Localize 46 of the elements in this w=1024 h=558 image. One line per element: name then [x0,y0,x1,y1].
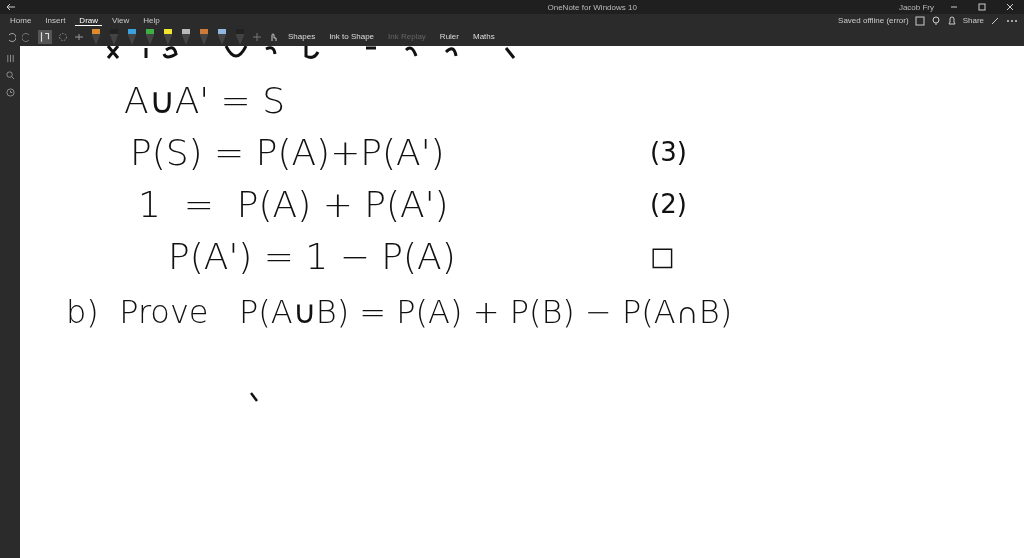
save-status: Saved offline (error) [838,16,909,25]
undo-icon[interactable] [6,31,16,42]
pen-tool-icon[interactable] [145,27,155,46]
back-arrow-icon[interactable] [6,2,16,12]
recent-icon[interactable] [5,88,15,97]
handwritten-equation: 1 = P(A) + P(A') [138,183,449,225]
handwritten-mark: □ [650,241,675,271]
lightbulb-icon[interactable] [930,15,941,26]
pen-icon[interactable] [990,15,1000,26]
note-icon[interactable] [914,15,925,26]
ribbon-tab[interactable]: Insert [41,15,70,26]
more-icon[interactable] [1006,18,1018,23]
lasso-select-icon[interactable] [38,29,52,44]
ribbon-button[interactable]: Ink to Shape [325,32,379,41]
maximize-icon[interactable] [978,3,986,11]
redo-icon[interactable] [22,31,32,42]
window-title: OneNote for Windows 10 [547,2,637,12]
user-name[interactable]: Jacob Fry [898,2,934,12]
handwritten-equation: A∪A' = S [124,79,286,121]
ribbon-tab[interactable]: Home [6,15,36,26]
handwritten-equation: P(A') = 1 − P(A) [168,235,456,277]
ribbon-tab[interactable]: Help [139,15,164,26]
handwritten-equation: b) Prove P(A∪B) = P(A) + P(B) − P(A∩B) [66,293,733,331]
ink-stroke [250,392,258,402]
search-icon[interactable] [5,71,15,80]
bell-icon[interactable] [946,15,957,26]
ribbon-tab[interactable]: View [108,15,134,26]
close-icon[interactable] [1006,3,1014,11]
lasso-icon[interactable] [58,31,68,42]
ribbon-button[interactable]: Shapes [284,32,320,41]
minimize-icon[interactable] [950,3,958,11]
ribbon-button[interactable]: Maths [469,32,499,41]
share-button[interactable]: Share [962,16,984,25]
pen-tool-icon[interactable] [181,27,191,46]
handwritten-mark: (2) [650,189,687,219]
pen-tool-icon[interactable] [199,27,209,46]
pen-tool-icon[interactable] [217,27,227,46]
pen-tool-icon[interactable] [91,27,101,46]
pen-tool-icon[interactable] [127,27,137,46]
handwritten-equation: P(S) = P(A)+P(A') [130,131,445,173]
ribbon-tab[interactable]: Draw [75,15,103,26]
pen-tool-icon[interactable] [163,27,173,46]
touch-draw-icon[interactable] [268,31,278,42]
ribbon-button[interactable]: Ruler [435,32,463,41]
notebooks-icon[interactable] [5,54,15,63]
handwritten-mark: (3) [650,137,687,167]
